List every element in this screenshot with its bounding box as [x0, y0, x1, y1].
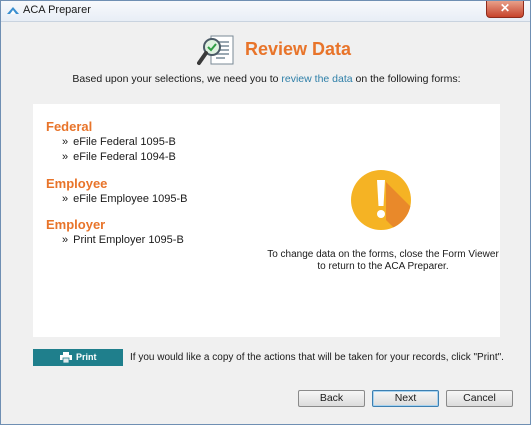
bullet: » [62, 234, 69, 246]
form-item: » Print Employer 1095-B [62, 234, 184, 246]
app-logo-icon [7, 7, 19, 14]
print-button-label: Print [76, 352, 97, 362]
form-item: » eFile Federal 1095-B [62, 136, 176, 148]
close-window-button[interactable]: ✕ [486, 1, 524, 18]
next-button[interactable]: Next [372, 390, 439, 407]
section-heading-federal: Federal [46, 119, 93, 134]
window-title: ACA Preparer [23, 4, 91, 16]
form-item-label: eFile Federal 1094-B [73, 151, 176, 163]
magnifier-document-icon [197, 35, 234, 65]
form-viewer-note: To change data on the forms, close the F… [265, 249, 501, 273]
print-button[interactable]: Print [33, 349, 123, 366]
intro-text: Based upon your selections, we need you … [1, 73, 531, 85]
back-button[interactable]: Back [298, 390, 365, 407]
note-line-2: to return to the ACA Preparer. [317, 261, 449, 272]
print-instruction: If you would like a copy of the actions … [130, 352, 504, 363]
form-item: » eFile Federal 1094-B [62, 151, 176, 163]
warning-icon [351, 170, 411, 230]
form-item-label: eFile Employee 1095-B [73, 193, 188, 205]
form-item: » eFile Employee 1095-B [62, 193, 187, 205]
bullet: » [62, 136, 69, 148]
intro-text-after: on the following forms: [352, 73, 461, 85]
app-window: ACA Preparer ✕ Review Data Based upon yo… [0, 0, 531, 425]
note-line-1: To change data on the forms, close the F… [267, 249, 499, 260]
form-item-label: eFile Federal 1095-B [73, 136, 176, 148]
section-heading-employer: Employer [46, 217, 106, 232]
printer-icon [60, 352, 72, 363]
bullet: » [62, 151, 69, 163]
section-heading-employee: Employee [46, 176, 108, 191]
title-bar[interactable]: ACA Preparer ✕ [1, 1, 530, 22]
form-item-label: Print Employer 1095-B [73, 234, 184, 246]
page-title: Review Data [245, 39, 352, 59]
intro-text-before: Based upon your selections, we need you … [72, 73, 282, 85]
cancel-button[interactable]: Cancel [446, 390, 513, 407]
review-data-link[interactable]: review the data [281, 73, 352, 85]
bullet: » [62, 193, 69, 205]
forms-panel: Federal » eFile Federal 1095-B » eFile Fed… [33, 104, 500, 337]
